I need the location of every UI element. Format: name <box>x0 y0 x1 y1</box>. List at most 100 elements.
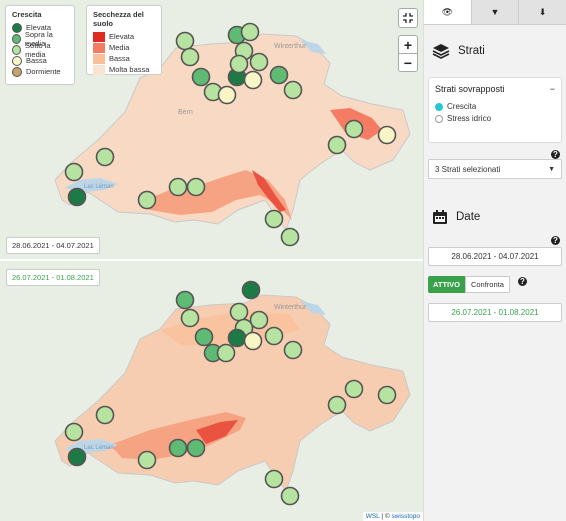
tab-download[interactable]: ⬇ <box>519 0 566 24</box>
station-marker[interactable] <box>280 227 300 247</box>
zoom-out-button[interactable]: − <box>398 53 418 72</box>
fullscreen-button[interactable] <box>398 8 418 28</box>
compare-toggle[interactable]: ATTIVO Confronta <box>428 276 510 293</box>
help-icon[interactable]: ? <box>551 236 560 245</box>
station-marker[interactable] <box>344 119 364 139</box>
wsl-link[interactable]: WSL <box>366 513 380 520</box>
legend-growth-swatch <box>12 66 22 77</box>
compare-active-button[interactable]: ATTIVO <box>428 276 465 293</box>
overlay-title: Strati sovrapposti <box>435 84 505 94</box>
radio-indicator <box>435 102 443 111</box>
radio-stress-idrico[interactable]: Stress idrico <box>435 114 555 123</box>
station-marker[interactable] <box>180 308 200 328</box>
station-marker[interactable] <box>168 177 188 197</box>
layers-icon <box>432 44 450 59</box>
station-marker[interactable] <box>137 190 157 210</box>
station-marker[interactable] <box>243 70 263 90</box>
station-marker[interactable] <box>377 125 397 145</box>
layers-title: Strati <box>458 45 485 57</box>
station-marker[interactable] <box>180 47 200 67</box>
station-marker[interactable] <box>280 486 300 506</box>
station-marker[interactable] <box>377 385 397 405</box>
legend-soil-swatch <box>93 53 105 64</box>
station-marker[interactable] <box>243 331 263 351</box>
radio-crescita[interactable]: Crescita <box>435 102 555 111</box>
legend-soil: Secchezza del suolo Elevata Media Bassa Mol… <box>86 5 162 75</box>
station-marker[interactable] <box>283 340 303 360</box>
date-range-compare[interactable]: 26.07.2021 - 01.08.2021 <box>428 303 562 322</box>
station-marker[interactable] <box>264 326 284 346</box>
station-marker[interactable] <box>137 450 157 470</box>
overlay-card: Strati sovrapposti − Crescita Stress idr… <box>428 77 562 143</box>
station-marker[interactable] <box>67 447 87 467</box>
filter-icon: ▼ <box>490 7 500 17</box>
layers-section-header: Strati <box>424 25 566 77</box>
legend-growth-swatch <box>12 33 21 44</box>
attribution-separator: | © <box>379 513 392 520</box>
legend-growth-swatch <box>12 55 22 66</box>
legend-soil-label: Elevata <box>109 32 135 41</box>
fullscreen-icon <box>403 13 413 23</box>
layers-select-value: 3 Strati selezionati <box>435 164 501 174</box>
station-marker[interactable] <box>191 67 211 87</box>
legend-growth: Crescita Elevata Sopra la media Sotto la m… <box>5 5 75 85</box>
legend-growth-swatch <box>12 44 22 55</box>
station-marker[interactable] <box>186 177 206 197</box>
legend-soil-item: Molta bassa <box>93 64 155 75</box>
zoom-in-button[interactable]: + <box>398 35 418 54</box>
station-marker[interactable] <box>67 187 87 207</box>
station-marker[interactable] <box>217 85 237 105</box>
station-marker[interactable] <box>327 135 347 155</box>
station-marker[interactable] <box>95 147 115 167</box>
legend-soil-swatch <box>93 31 105 42</box>
station-marker[interactable] <box>283 80 303 100</box>
station-marker[interactable] <box>227 328 247 348</box>
station-marker[interactable] <box>95 405 115 425</box>
radio-indicator <box>435 114 443 123</box>
tab-layers[interactable]: 👁 <box>424 0 472 24</box>
station-marker[interactable] <box>241 280 261 300</box>
map-bottom[interactable]: Winterthur Lac Léman <box>0 261 423 521</box>
station-marker[interactable] <box>229 302 249 322</box>
legend-growth-label: Bassa <box>26 56 47 65</box>
city-label-bern: Bern <box>178 109 193 116</box>
station-marker[interactable] <box>264 209 284 229</box>
compare-button[interactable]: Confronta <box>464 276 510 293</box>
radio-label: Crescita <box>447 102 477 111</box>
eye-icon: 👁 <box>441 6 454 17</box>
help-icon[interactable]: ? <box>551 150 560 159</box>
date-label-bottom: 26.07.2021 - 01.08.2021 <box>6 269 100 286</box>
station-marker[interactable] <box>175 290 195 310</box>
station-marker[interactable] <box>194 327 214 347</box>
tab-filter[interactable]: ▼ <box>471 0 520 24</box>
station-marker[interactable] <box>344 379 364 399</box>
radio-label: Stress idrico <box>447 114 492 123</box>
city-label-winterthur: Winterthur <box>274 43 307 50</box>
side-panel: 👁 ▼ ⬇ Strati Strati sovrapposti − Cresci… <box>423 0 566 521</box>
station-marker[interactable] <box>216 343 236 363</box>
swisstopo-link[interactable]: swisstopo <box>391 513 420 520</box>
map-area[interactable]: Winterthur Bern Lac Léman Winterthur Lac… <box>0 0 423 521</box>
station-marker[interactable] <box>269 65 289 85</box>
station-marker[interactable] <box>229 54 249 74</box>
station-marker[interactable] <box>64 162 84 182</box>
help-icon[interactable]: ? <box>518 277 527 286</box>
station-marker[interactable] <box>327 395 347 415</box>
date-label-top: 28.06.2021 - 04.07.2021 <box>6 237 100 254</box>
station-marker[interactable] <box>249 52 269 72</box>
station-marker[interactable] <box>264 469 284 489</box>
legend-soil-label: Molta bassa <box>109 65 150 74</box>
date-range-primary[interactable]: 28.06.2021 - 04.07.2021 <box>428 247 562 266</box>
download-icon: ⬇ <box>538 6 547 17</box>
legend-soil-label: Bassa <box>109 54 130 63</box>
station-marker[interactable] <box>168 438 188 458</box>
map-attribution[interactable]: WSL | © swisstopo <box>362 512 423 521</box>
station-marker[interactable] <box>64 422 84 442</box>
station-marker[interactable] <box>240 22 260 42</box>
station-marker[interactable] <box>186 438 206 458</box>
station-marker[interactable] <box>175 31 195 51</box>
collapse-button[interactable]: − <box>550 84 555 94</box>
map-divider <box>0 259 423 261</box>
layers-select[interactable]: 3 Strati selezionati ▼ <box>428 159 562 179</box>
city-label-winterthur: Winterthur <box>274 304 307 311</box>
